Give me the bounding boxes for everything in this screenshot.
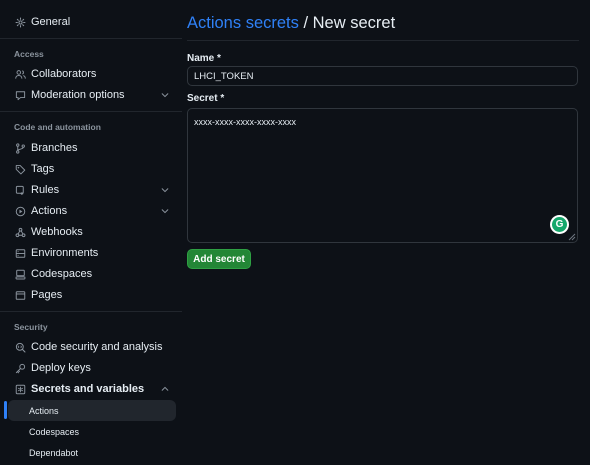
sidebar-item-moderation-options[interactable]: Moderation options [4,84,178,106]
sidebar-subitem-actions[interactable]: Actions [8,400,176,421]
sidebar-item-deploy-keys[interactable]: Deploy keys [4,357,178,379]
sidebar-subitem-dependabot[interactable]: Dependabot [8,442,176,463]
comment-icon [14,89,26,101]
sidebar-item-code-security[interactable]: Code security and analysis [4,336,178,358]
sidebar-divider [0,311,182,312]
key-icon [14,362,26,374]
browser-icon [14,289,26,301]
secret-value-textarea[interactable]: xxxx-xxxx-xxxx-xxxx-xxxx [187,108,578,243]
section-heading-code-and-automation: Code and automation [14,122,101,132]
codespaces-icon [14,268,26,280]
sidebar-item-rules[interactable]: Rules [4,179,178,201]
sidebar-item-label: General [31,16,71,28]
sidebar-item-label: Pages [31,289,63,301]
page-title: Actions secrets / New secret [187,14,395,33]
sidebar-item-label: Collaborators [31,68,97,80]
secret-name-input[interactable] [187,66,578,86]
codescan-icon [14,341,26,353]
main-content: Actions secrets / New secret Name * Secr… [187,0,579,465]
sidebar-item-actions[interactable]: Actions [4,200,178,222]
sidebar-item-pages[interactable]: Pages [4,284,178,306]
grammarly-icon[interactable]: G [550,215,569,234]
section-heading-security: Security [14,322,48,332]
sidebar-item-label: Secrets and variables [31,383,145,395]
sidebar-item-label: Moderation options [31,89,125,101]
breadcrumb-separator: / [298,14,313,32]
sidebar-item-label: Actions [31,205,68,217]
sidebar-divider [0,111,182,112]
sidebar-subitem-label: Actions [29,405,59,416]
settings-sidebar: General Access Collaborators Moderation … [0,0,182,465]
sidebar-item-tags[interactable]: Tags [4,158,178,180]
gear-icon [14,16,26,28]
sidebar-item-label: Deploy keys [31,362,91,374]
sidebar-item-label: Codespaces [31,268,93,280]
sidebar-item-label: Environments [31,247,99,259]
sidebar-item-label: Tags [31,163,55,175]
sidebar-subitem-codespaces[interactable]: Codespaces [8,421,176,442]
name-field-label: Name * [187,53,221,64]
sidebar-subitem-label: Codespaces [29,426,80,437]
people-icon [14,68,26,80]
chevron-down-icon[interactable] [160,185,170,195]
sidebar-divider [0,38,182,39]
tag-icon [14,163,26,175]
breadcrumb-link-actions-secrets[interactable]: Actions secrets [187,14,299,32]
chevron-down-icon[interactable] [160,90,170,100]
title-divider [187,40,579,41]
active-indicator [4,401,7,419]
sidebar-item-label: Webhooks [31,226,83,238]
play-icon [14,205,26,217]
sidebar-item-label: Code security and analysis [31,341,163,353]
page-title-text: New secret [312,14,396,32]
chevron-up-icon[interactable] [160,384,170,394]
chevron-down-icon[interactable] [160,206,170,216]
sidebar-item-label: Rules [31,184,60,196]
sidebar-item-secrets-and-variables[interactable]: Secrets and variables [4,378,178,400]
sidebar-item-general[interactable]: General [4,11,178,33]
section-heading-access: Access [14,49,44,59]
sidebar-item-webhooks[interactable]: Webhooks [4,221,178,243]
sidebar-item-codespaces[interactable]: Codespaces [4,263,178,285]
resize-handle-icon[interactable] [568,233,576,241]
webhook-icon [14,226,26,238]
branch-icon [14,142,26,154]
sidebar-item-environments[interactable]: Environments [4,242,178,264]
server-icon [14,247,26,259]
sidebar-item-collaborators[interactable]: Collaborators [4,63,178,85]
rules-icon [14,184,26,196]
sidebar-item-label: Branches [31,142,78,154]
grammarly-glyph: G [552,217,567,232]
secret-field-label: Secret * [187,93,225,104]
add-secret-button[interactable]: Add secret [187,249,251,269]
asterisk-icon [14,383,26,395]
sidebar-subitem-label: Dependabot [29,447,79,458]
sidebar-item-branches[interactable]: Branches [4,137,178,159]
